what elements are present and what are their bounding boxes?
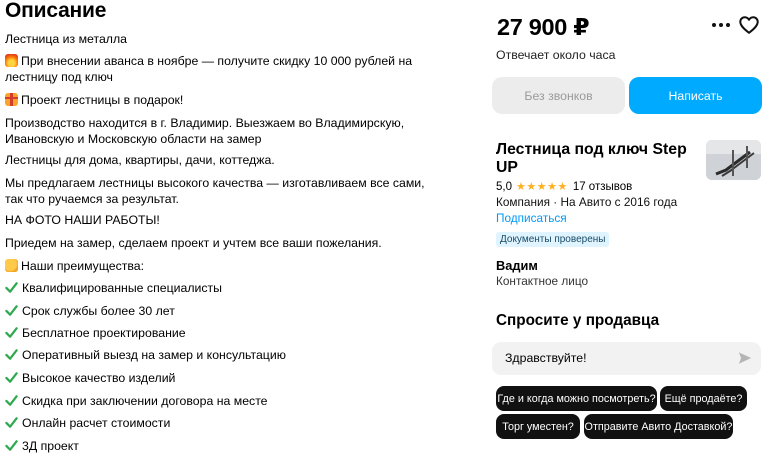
paragraph: НА ФОТО НАШИ РАБОТЫ! <box>5 213 160 227</box>
favorite-heart-icon[interactable] <box>738 14 760 36</box>
advantage-item: Бесплатное проектирование <box>5 325 445 341</box>
fire-emoji-icon <box>5 54 18 67</box>
seller-name[interactable]: Лестница под ключ Step UP <box>496 141 692 177</box>
advantage-item: Оперативный выезд на замер и консультаци… <box>5 347 445 363</box>
check-icon <box>5 417 18 428</box>
quick-question-chip[interactable]: Торг уместен? <box>496 414 580 439</box>
paragraph: Наши преимущества: <box>5 258 445 274</box>
paragraph: Лестница из металла <box>5 32 127 46</box>
paragraph: Проект лестницы в подарок! <box>5 92 445 108</box>
advantage-item: Онлайн расчет стоимости <box>5 415 445 431</box>
advantage-item: Скидка при заключении договора на месте <box>5 393 445 409</box>
quick-question-chip[interactable]: Отправите Авито Доставкой? <box>584 414 733 439</box>
advantage-item: Высокое качество изделий <box>5 370 445 386</box>
reviews-link[interactable]: 17 отзывов <box>573 181 632 193</box>
check-icon <box>5 372 18 383</box>
check-icon <box>5 440 18 451</box>
documents-verified-badge: Документы проверены <box>496 232 610 247</box>
advantage-item: 3Д проект <box>5 438 445 454</box>
description-title: Описание <box>5 0 107 22</box>
seller-rating: 5,0 ★★★★★ 17 отзывов <box>496 180 633 194</box>
paragraph: Приедем на замер, сделаем проект и учтем… <box>5 236 382 250</box>
seller-avatar[interactable] <box>706 140 761 180</box>
contact-name: Вадим <box>496 258 538 273</box>
check-icon <box>5 349 18 360</box>
flexed-arm-emoji-icon <box>5 259 18 272</box>
no-calls-button[interactable]: Без звонков <box>492 77 625 114</box>
description-section: Описание Лестница из металла При внесени… <box>5 0 445 453</box>
paragraph: Лестницы для дома, квартиры, дачи, котте… <box>5 153 275 167</box>
quick-question-chip[interactable]: Ещё продаёте? <box>660 386 747 411</box>
check-icon <box>5 327 18 338</box>
ask-seller-title: Спросите у продавца <box>496 312 660 329</box>
sidebar: 27 900 ₽ Отвечает около часа Без звонков… <box>490 0 768 458</box>
message-input[interactable] <box>505 351 725 365</box>
rating-stars-icon: ★★★★★ <box>516 181 568 193</box>
staircase-photo-icon <box>706 140 761 180</box>
send-icon[interactable] <box>738 351 752 365</box>
more-options-icon[interactable] <box>712 16 730 34</box>
check-icon <box>5 305 18 316</box>
check-icon <box>5 282 18 293</box>
check-icon <box>5 395 18 406</box>
advantage-item: Срок службы более 30 лет <box>5 303 445 319</box>
paragraph: При внесении аванса в ноябре — получите … <box>5 54 413 84</box>
advantage-item: Квалифицированные специалисты <box>5 280 445 296</box>
paragraph: Мы предлагаем лестницы высокого качества… <box>5 176 425 206</box>
paragraph: Производство находится в г. Владимир. Вы… <box>5 116 405 146</box>
quick-question-chip[interactable]: Где и когда можно посмотреть? <box>496 386 657 411</box>
message-field[interactable] <box>492 342 761 375</box>
contact-role: Контактное лицо <box>496 274 589 288</box>
gift-emoji-icon <box>5 93 18 106</box>
company-info: Компания · На Авито с 2016 года <box>496 195 678 209</box>
write-message-button[interactable]: Написать <box>629 77 762 114</box>
reply-time: Отвечает около часа <box>496 48 616 62</box>
price: 27 900 ₽ <box>497 14 590 40</box>
subscribe-link[interactable]: Подписаться <box>496 211 567 225</box>
